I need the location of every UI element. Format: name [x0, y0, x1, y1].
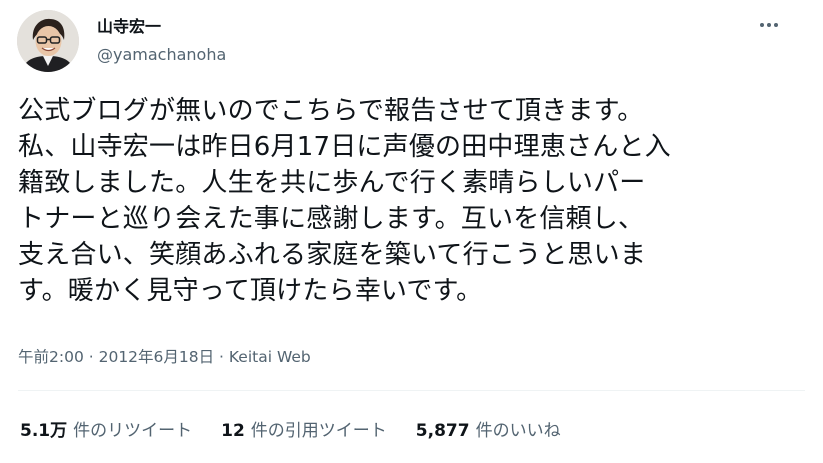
retweet-count: 5.1万: [20, 421, 68, 441]
tweet-stats: 5.1万 件のリツイート 12 件の引用ツイート 5,877 件のいいね: [20, 419, 561, 443]
quote-count: 12: [221, 421, 245, 441]
tweet-time[interactable]: 午前2:00: [18, 348, 84, 366]
tweet-text-line: 私、山寺宏一は昨日6月17日に声優の田中理恵さんと入: [18, 132, 671, 162]
tweet-text-line: 支え合い、笑顔あふれる家庭を築いて行こうと思いま: [18, 240, 647, 270]
tweet-text-line: 籍致しました。人生を共に歩んで行く素晴らしいパー: [18, 168, 646, 198]
tweet-date[interactable]: 2012年6月18日: [99, 348, 215, 366]
retweet-label: 件のリツイート: [73, 421, 193, 441]
tweet-source[interactable]: Keitai Web: [229, 348, 311, 366]
meta-separator: ·: [214, 348, 229, 366]
more-dot: [767, 23, 771, 27]
tweet-text-line: 公式ブログが無いのでこちらで報告させて頂きます。: [18, 96, 644, 126]
quote-tweets-stat[interactable]: 12 件の引用ツイート: [221, 419, 387, 443]
like-label: 件のいいね: [475, 421, 561, 441]
like-count: 5,877: [415, 421, 470, 441]
tweet-text-line: す。暖かく見守って頂けたら幸いです。: [18, 276, 483, 306]
retweets-stat[interactable]: 5.1万 件のリツイート: [20, 419, 192, 443]
meta-separator: ·: [83, 348, 99, 366]
tweet-meta: 午前2:00 · 2012年6月18日 · Keitai Web: [18, 346, 311, 368]
quote-label: 件の引用ツイート: [250, 421, 387, 441]
user-handle[interactable]: @yamachanoha: [97, 44, 226, 66]
display-name[interactable]: 山寺宏一: [97, 16, 226, 38]
likes-stat[interactable]: 5,877 件のいいね: [416, 419, 561, 443]
avatar[interactable]: [17, 10, 79, 72]
tweet-card: 山寺宏一 @yamachanoha 公式ブログが無いのでこちらで報告させて頂きま…: [0, 0, 823, 463]
tweet-text-line: トナーと巡り会えた事に感謝します。互いを信頼し、: [18, 204, 645, 234]
user-info: 山寺宏一 @yamachanoha: [97, 14, 226, 66]
avatar-image: [17, 10, 79, 72]
more-dot: [774, 23, 778, 27]
more-horizontal-icon: [760, 23, 764, 27]
divider: [18, 390, 805, 391]
more-options-button[interactable]: [755, 15, 783, 35]
tweet-text: 公式ブログが無いのでこちらで報告させて頂きます。 私、山寺宏一は昨日6月17日に…: [18, 93, 808, 309]
